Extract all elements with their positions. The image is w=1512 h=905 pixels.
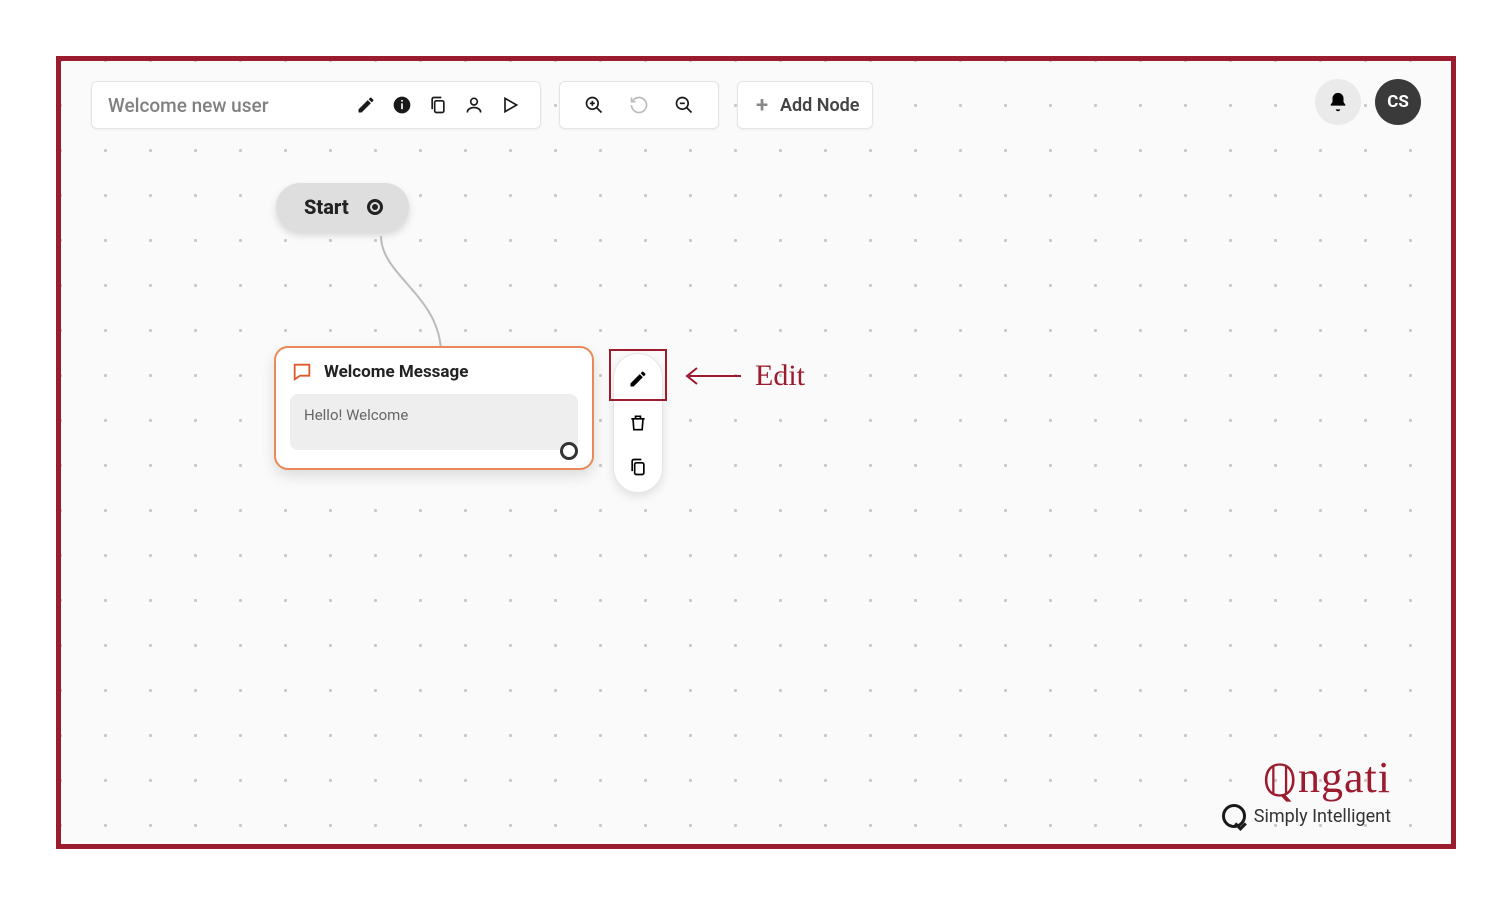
app-frame: Welcome new user bbox=[56, 56, 1456, 849]
flow-title[interactable]: Welcome new user bbox=[104, 94, 348, 117]
logo-tagline-row: Simply Intelligent bbox=[1222, 804, 1391, 828]
arrow-left-icon bbox=[683, 361, 743, 391]
zoom-toolbar bbox=[559, 81, 719, 129]
logo-brand: ℚngati bbox=[1222, 756, 1391, 800]
user-icon[interactable] bbox=[456, 87, 492, 123]
logo-tagline: Simply Intelligent bbox=[1254, 806, 1391, 827]
add-node-button[interactable]: + Add Node bbox=[737, 81, 873, 129]
zoom-in-icon[interactable] bbox=[576, 87, 612, 123]
delete-node-button[interactable] bbox=[621, 406, 655, 440]
connector-line bbox=[361, 236, 451, 356]
node-body: Hello! Welcome bbox=[290, 394, 578, 450]
copy-icon[interactable] bbox=[420, 87, 456, 123]
start-output-port-icon[interactable] bbox=[367, 199, 383, 215]
pencil-icon[interactable] bbox=[348, 87, 384, 123]
node-output-port[interactable] bbox=[560, 442, 578, 460]
flow-canvas[interactable]: Welcome new user bbox=[61, 61, 1451, 844]
reset-zoom-icon[interactable] bbox=[621, 87, 657, 123]
add-node-label: Add Node bbox=[780, 95, 860, 116]
copy-icon bbox=[628, 457, 648, 477]
node-action-rail bbox=[613, 353, 663, 493]
node-title: Welcome Message bbox=[324, 362, 468, 382]
magnifier-icon bbox=[1222, 804, 1246, 828]
start-node[interactable]: Start bbox=[276, 183, 409, 231]
zoom-out-icon[interactable] bbox=[666, 87, 702, 123]
title-toolbar: Welcome new user bbox=[91, 81, 541, 129]
pencil-icon bbox=[628, 369, 648, 389]
plus-icon: + bbox=[750, 93, 774, 118]
edit-node-button[interactable] bbox=[621, 362, 655, 396]
avatar[interactable]: CS bbox=[1375, 79, 1421, 125]
play-icon[interactable] bbox=[492, 87, 528, 123]
notifications-button[interactable] bbox=[1315, 79, 1361, 125]
info-icon[interactable] bbox=[384, 87, 420, 123]
node-header: Welcome Message bbox=[290, 360, 578, 384]
trash-icon bbox=[628, 413, 648, 433]
toolbar-row: Welcome new user bbox=[91, 81, 873, 129]
header-right: CS bbox=[1315, 79, 1421, 125]
edit-annotation-label: Edit bbox=[755, 359, 805, 393]
avatar-initials: CS bbox=[1387, 92, 1409, 112]
duplicate-node-button[interactable] bbox=[621, 450, 655, 484]
start-node-label: Start bbox=[304, 195, 349, 219]
engati-logo: ℚngati Simply Intelligent bbox=[1222, 756, 1391, 828]
bell-icon bbox=[1327, 91, 1349, 113]
edit-annotation: Edit bbox=[683, 359, 805, 393]
message-icon bbox=[290, 360, 314, 384]
welcome-message-node[interactable]: Welcome Message Hello! Welcome bbox=[274, 346, 594, 470]
